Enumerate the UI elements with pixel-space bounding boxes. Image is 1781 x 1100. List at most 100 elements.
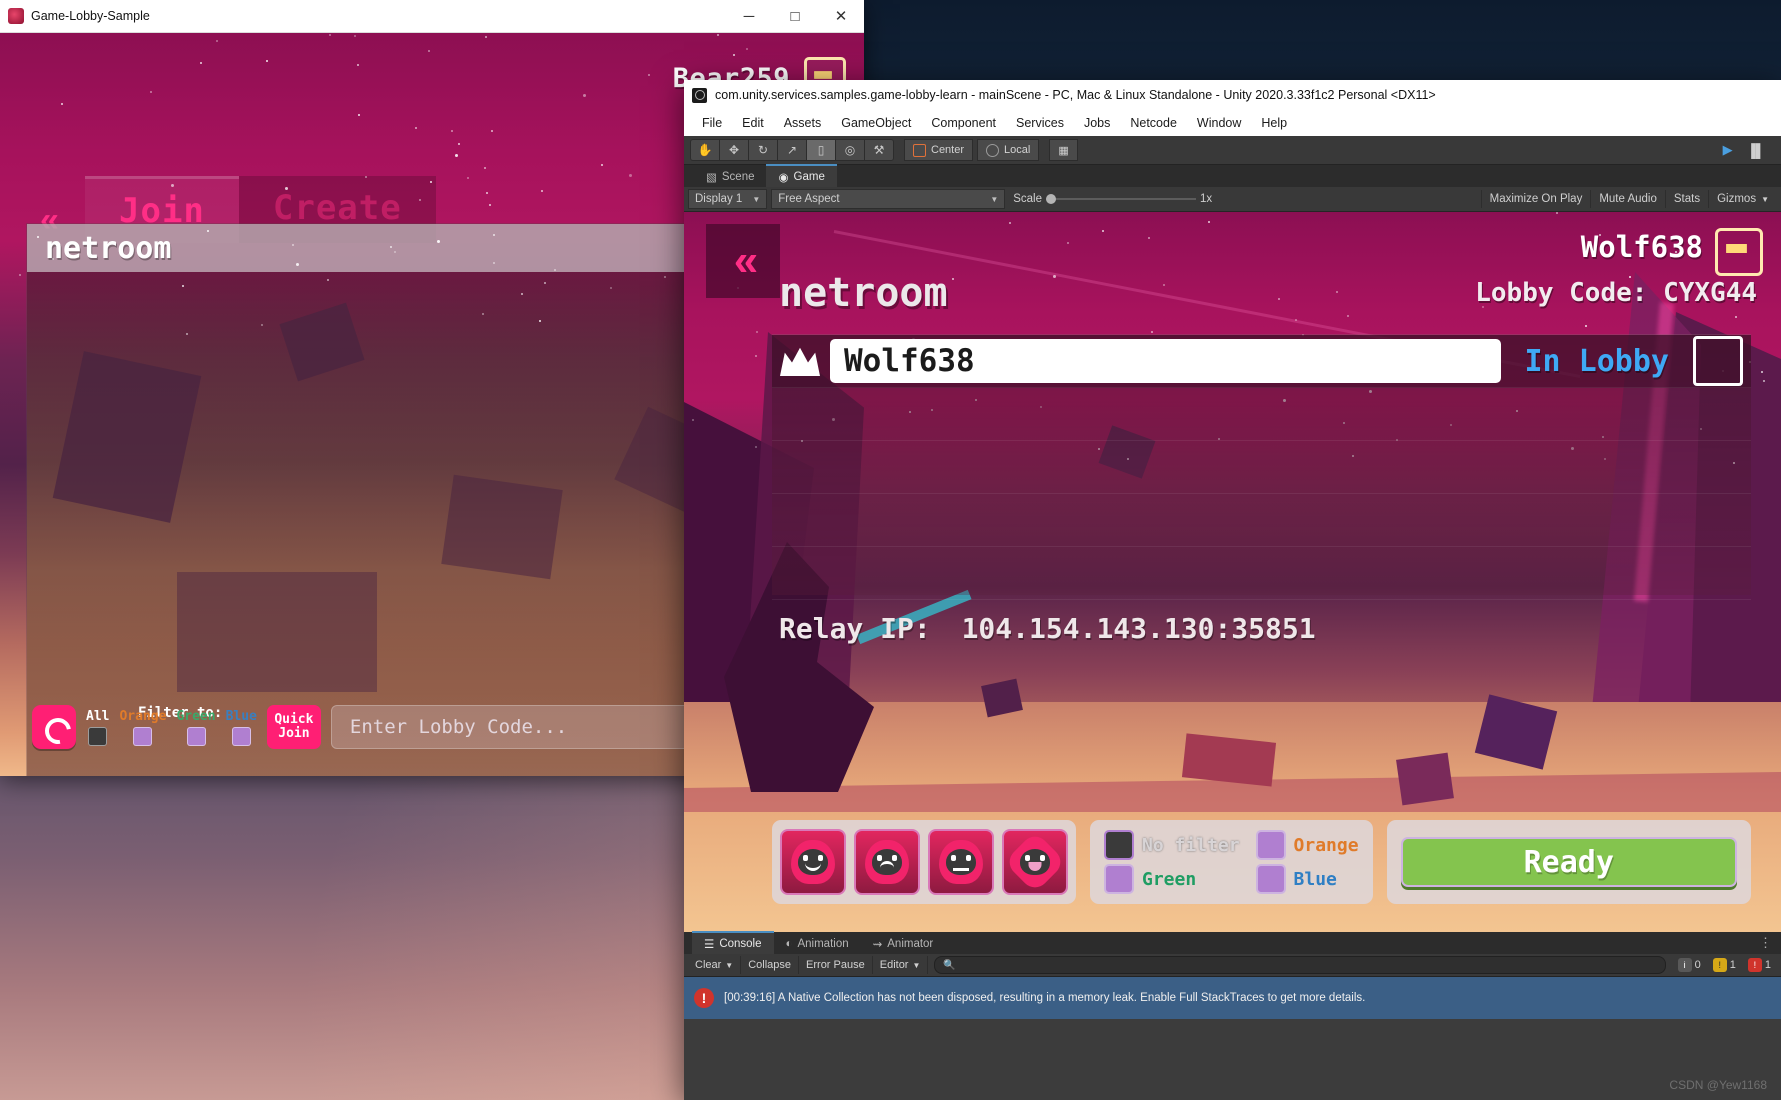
standalone-filter-all-checkbox[interactable] bbox=[88, 727, 107, 746]
menu-gameobject[interactable]: GameObject bbox=[831, 113, 921, 133]
filter-no-filter-checkbox[interactable] bbox=[1104, 830, 1134, 860]
emote-sad[interactable] bbox=[854, 829, 920, 895]
mute-audio-toggle[interactable]: Mute Audio bbox=[1590, 190, 1665, 208]
maximize-on-play-toggle[interactable]: Maximize On Play bbox=[1481, 190, 1591, 208]
player-name-input[interactable]: Wolf638 bbox=[830, 339, 1501, 383]
scale-knob[interactable] bbox=[1046, 194, 1056, 204]
console-panel: ☰ Console ◐ Animation ⇝ Animator ⋮ Clear… bbox=[684, 932, 1781, 1100]
maximize-button[interactable]: □ bbox=[772, 0, 818, 32]
menu-window[interactable]: Window bbox=[1187, 113, 1251, 133]
gizmos-toggle[interactable]: Gizmos ▼ bbox=[1708, 190, 1777, 208]
filter-orange-checkbox[interactable] bbox=[1256, 830, 1286, 860]
game-player-name: Wolf638 bbox=[1581, 230, 1703, 264]
menu-help[interactable]: Help bbox=[1251, 113, 1297, 133]
info-count[interactable]: i 0 bbox=[1672, 958, 1707, 972]
warning-count-value: 1 bbox=[1730, 959, 1736, 971]
error-count[interactable]: ! 1 bbox=[1742, 958, 1777, 972]
gamepad-icon: ◉ bbox=[778, 170, 788, 184]
handle-toggle[interactable]: Local bbox=[977, 139, 1039, 161]
play-button[interactable]: ▶ bbox=[1723, 142, 1733, 158]
menu-netcode[interactable]: Netcode bbox=[1120, 113, 1187, 133]
filter-orange[interactable]: Orange bbox=[1256, 830, 1359, 860]
unity-menu-bar: File Edit Assets GameObject Component Se… bbox=[684, 110, 1781, 136]
console-tabs: ☰ Console ◐ Animation ⇝ Animator ⋮ bbox=[684, 932, 1781, 954]
display-dropdown[interactable]: Display 1 ▼ bbox=[688, 189, 767, 209]
standalone-filter-all[interactable]: All bbox=[86, 709, 109, 746]
quick-join-line2: Join bbox=[278, 727, 309, 741]
info-icon: i bbox=[1678, 958, 1692, 972]
emote-slot-icon[interactable] bbox=[1693, 336, 1743, 386]
menu-assets[interactable]: Assets bbox=[774, 113, 832, 133]
tab-scene[interactable]: ▧ Scene bbox=[694, 166, 766, 187]
filter-green-checkbox[interactable] bbox=[1104, 864, 1134, 894]
filter-blue-label: Blue bbox=[1294, 869, 1337, 890]
kebab-menu-icon[interactable]: ⋮ bbox=[1759, 935, 1773, 951]
stats-toggle[interactable]: Stats bbox=[1665, 190, 1708, 208]
custom-tool-icon[interactable]: ⚒ bbox=[864, 139, 894, 161]
game-lobby-code-value: CYXG44 bbox=[1663, 278, 1757, 308]
unity-toolbar: ✋ ✥ ↻ ↗ ▯ ◎ ⚒ Center Local ▦ ▶ ▐▌ bbox=[684, 136, 1781, 165]
standalone-filter-green-checkbox[interactable] bbox=[187, 727, 206, 746]
ready-button[interactable]: Ready bbox=[1401, 837, 1737, 887]
quick-join-line1: Quick bbox=[274, 713, 313, 727]
filter-green[interactable]: Green bbox=[1104, 864, 1240, 894]
unity-window-title: com.unity.services.samples.game-lobby-le… bbox=[715, 88, 1436, 102]
clear-button[interactable]: Clear ▼ bbox=[688, 956, 741, 974]
filter-blue[interactable]: Blue bbox=[1256, 864, 1359, 894]
refresh-icon[interactable] bbox=[32, 705, 76, 749]
chevron-down-icon: ▼ bbox=[1761, 195, 1769, 204]
menu-component[interactable]: Component bbox=[921, 113, 1006, 133]
pivot-toggle[interactable]: Center bbox=[904, 139, 973, 161]
tab-animation-label: Animation bbox=[797, 938, 848, 950]
scale-slider[interactable]: Scale 1x bbox=[1013, 193, 1212, 205]
close-button[interactable]: ✕ bbox=[818, 0, 864, 32]
tab-console[interactable]: ☰ Console bbox=[692, 931, 774, 954]
standalone-filter-blue[interactable]: Blue bbox=[226, 709, 257, 746]
scale-track[interactable] bbox=[1046, 198, 1196, 200]
emote-neutral[interactable] bbox=[928, 829, 994, 895]
scale-tool-icon[interactable]: ↗ bbox=[777, 139, 806, 161]
standalone-filter-blue-checkbox[interactable] bbox=[232, 727, 251, 746]
console-message-row[interactable]: ! [00:39:16] A Native Collection has not… bbox=[684, 977, 1781, 1019]
quick-join-button[interactable]: Quick Join bbox=[267, 705, 321, 749]
pencil-icon[interactable] bbox=[1715, 228, 1763, 276]
hand-tool-icon[interactable]: ✋ bbox=[690, 139, 719, 161]
game-player-list: Wolf638 In Lobby bbox=[772, 334, 1751, 595]
standalone-filter-orange[interactable]: Orange bbox=[119, 709, 166, 746]
aspect-value: Free Aspect bbox=[778, 193, 839, 205]
filter-blue-checkbox[interactable] bbox=[1256, 864, 1286, 894]
transform-tool-icon[interactable]: ◎ bbox=[835, 139, 864, 161]
filter-no-filter[interactable]: No filter bbox=[1104, 830, 1240, 860]
minimize-button[interactable]: ─ bbox=[726, 0, 772, 32]
rect-tool-icon[interactable]: ▯ bbox=[806, 139, 835, 161]
move-tool-icon[interactable]: ✥ bbox=[719, 139, 748, 161]
handle-label: Local bbox=[1004, 144, 1030, 156]
tab-game[interactable]: ◉ Game bbox=[766, 164, 836, 187]
rotate-tool-icon[interactable]: ↻ bbox=[748, 139, 777, 161]
emote-happy[interactable] bbox=[780, 829, 846, 895]
standalone-filter-green[interactable]: Green bbox=[176, 709, 215, 746]
tab-animator[interactable]: ⇝ Animator bbox=[861, 933, 946, 954]
collapse-toggle[interactable]: Collapse bbox=[741, 956, 799, 974]
error-pause-toggle[interactable]: Error Pause bbox=[799, 956, 873, 974]
editor-dropdown[interactable]: Editor ▼ bbox=[873, 956, 929, 974]
tab-animation[interactable]: ◐ Animation bbox=[774, 933, 861, 954]
lobby-code-placeholder: Enter Lobby Code... bbox=[350, 716, 567, 738]
warning-count[interactable]: ! 1 bbox=[1707, 958, 1742, 972]
aspect-dropdown[interactable]: Free Aspect ▼ bbox=[771, 189, 1005, 209]
game-back-button[interactable]: « bbox=[706, 224, 780, 298]
watermark: CSDN @Yew1168 bbox=[1669, 1078, 1767, 1092]
menu-file[interactable]: File bbox=[692, 113, 732, 133]
menu-edit[interactable]: Edit bbox=[732, 113, 774, 133]
grid-snap-icon[interactable]: ▦ bbox=[1049, 139, 1077, 161]
pause-button[interactable]: ▐▌ bbox=[1747, 143, 1765, 158]
clear-label: Clear bbox=[695, 959, 721, 971]
standalone-filter-orange-checkbox[interactable] bbox=[133, 727, 152, 746]
console-toolbar: Clear ▼ Collapse Error Pause Editor ▼ 🔍 … bbox=[684, 954, 1781, 977]
clock-icon: ◐ bbox=[786, 938, 793, 950]
console-empty-area bbox=[684, 1019, 1781, 1100]
console-search-input[interactable]: 🔍 bbox=[934, 956, 1665, 974]
menu-jobs[interactable]: Jobs bbox=[1074, 113, 1120, 133]
emote-tongue[interactable] bbox=[1002, 829, 1068, 895]
menu-services[interactable]: Services bbox=[1006, 113, 1074, 133]
